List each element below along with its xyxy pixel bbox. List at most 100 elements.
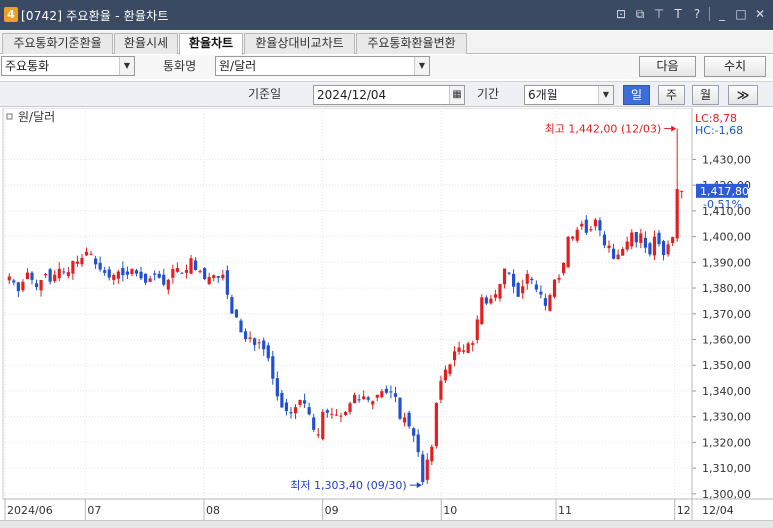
candle-body	[330, 413, 334, 415]
candle-body	[98, 262, 102, 270]
interval-month-button[interactable]: 월	[692, 85, 719, 105]
y-tick-label: 1,390,00	[702, 256, 751, 269]
plot-frame	[2, 107, 693, 500]
font-icon[interactable]: T	[671, 6, 685, 22]
candle-body	[312, 417, 316, 430]
candle-body	[375, 394, 379, 398]
tab-rate-quotes[interactable]: 환율시세	[114, 33, 178, 54]
x-tick-label: 12	[677, 504, 691, 517]
candle-body	[130, 268, 134, 275]
candle	[552, 279, 557, 299]
candle-body	[543, 298, 548, 306]
chevron-down-icon[interactable]: ▼	[598, 86, 613, 104]
period-select[interactable]: 6개월 ▼	[524, 85, 614, 105]
maximize-icon[interactable]: □	[734, 6, 748, 22]
base-date-field[interactable]: 2024/12/04 ▦	[313, 85, 465, 105]
x-tick-label: 09	[325, 504, 339, 517]
candle-body	[548, 295, 552, 311]
y-tick-label: 1,380,00	[702, 282, 751, 295]
candle-body	[171, 269, 175, 278]
candle-body	[234, 309, 239, 318]
pin-icon[interactable]: ⊤	[652, 6, 666, 22]
candle-body	[221, 274, 225, 279]
x-axis: 2024/06 07 08 09 10 11 12	[4, 499, 691, 520]
candle-body	[298, 399, 302, 405]
candle-body	[16, 282, 20, 292]
candle-body	[412, 428, 416, 436]
candle-body	[439, 380, 443, 400]
x-tick-label: 2024/06	[7, 504, 53, 517]
candle-body	[634, 231, 638, 243]
currency-select-value: 원/달러	[219, 59, 257, 73]
candle-body	[607, 245, 611, 249]
candle-body	[521, 286, 525, 294]
candle-body	[498, 283, 502, 299]
tab-relative-compare-chart[interactable]: 환율상대비교차트	[244, 33, 355, 54]
tab-currency-converter[interactable]: 주요통화환율변환	[356, 33, 467, 54]
candle	[321, 409, 325, 441]
value-button[interactable]: 수치	[704, 56, 766, 77]
window-title: [0742] 주요환율 - 환율차트	[21, 9, 169, 23]
candle-body	[166, 279, 170, 290]
next-button[interactable]: 다음	[639, 56, 696, 77]
period-label: 기간	[477, 87, 500, 101]
candle-body	[675, 189, 679, 239]
candle-body	[30, 272, 34, 280]
candle-body	[443, 369, 448, 381]
interval-day-button[interactable]: 일	[623, 85, 650, 105]
candle-body	[448, 364, 452, 374]
candle-body	[212, 275, 216, 278]
window-icon[interactable]: ⊡	[614, 6, 628, 22]
candle-body	[371, 401, 375, 405]
candle-body	[289, 412, 293, 414]
category-select[interactable]: 주요통화 ▼	[1, 56, 135, 76]
candle-body	[621, 248, 625, 256]
candle-body	[502, 268, 507, 285]
title-bar: 4 [0742] 주요환율 - 환율차트 ⊡ ⧉ ⊤ T ? _ □ ✕	[0, 0, 773, 30]
candle	[398, 397, 402, 421]
window-controls: ⊡ ⧉ ⊤ T ? _ □ ✕	[614, 6, 767, 22]
candle-body	[253, 338, 257, 345]
base-date-value: 2024/12/04	[317, 88, 387, 102]
minimize-icon[interactable]: _	[715, 6, 729, 22]
title-separator	[709, 7, 710, 21]
candle-body	[475, 319, 479, 340]
candle-body	[530, 278, 534, 281]
candle-body	[393, 393, 398, 397]
candle-body	[275, 378, 279, 397]
help-icon[interactable]: ?	[690, 6, 704, 22]
candle-body	[452, 351, 457, 361]
min-annotation: 최저 1,303,40 (09/30)	[290, 479, 407, 492]
copy-window-icon[interactable]: ⧉	[633, 6, 647, 22]
calendar-icon[interactable]: ▦	[449, 86, 464, 104]
candle-body	[493, 294, 498, 298]
candle-body	[407, 412, 411, 427]
candle-body	[339, 415, 343, 417]
candle-body	[307, 407, 311, 415]
candle-body	[44, 273, 48, 276]
period-toolbar: 기준일 2024/12/04 ▦ 기간 6개월 ▼ 일 주 월 ≫	[0, 81, 773, 107]
candle-body	[343, 411, 348, 415]
candle-body	[239, 320, 243, 333]
x-tick-label: 10	[443, 504, 457, 517]
tab-rate-chart[interactable]: 환율차트	[179, 33, 243, 55]
app-badge: 4	[4, 7, 18, 22]
interval-week-button[interactable]: 주	[658, 85, 685, 105]
close-icon[interactable]: ✕	[753, 6, 767, 22]
candle-body	[380, 391, 384, 398]
candle-body	[153, 273, 157, 275]
chevron-down-icon[interactable]: ▼	[414, 57, 429, 75]
candle	[225, 265, 229, 300]
chevron-down-icon[interactable]: ▼	[119, 57, 134, 75]
max-annotation: 최고 1,442,00 (12/03)	[545, 123, 662, 136]
candle-body	[112, 274, 116, 280]
candle-body	[680, 190, 684, 192]
currency-select[interactable]: 원/달러 ▼	[215, 56, 430, 76]
y-tick-label: 1,320,00	[702, 436, 751, 449]
candle-body	[457, 347, 461, 352]
tab-major-currency-base-rate[interactable]: 주요통화기준환율	[2, 33, 113, 54]
candle-body	[66, 272, 70, 276]
more-button[interactable]: ≫	[728, 85, 758, 105]
candle-body	[362, 396, 366, 400]
candle	[516, 281, 520, 297]
